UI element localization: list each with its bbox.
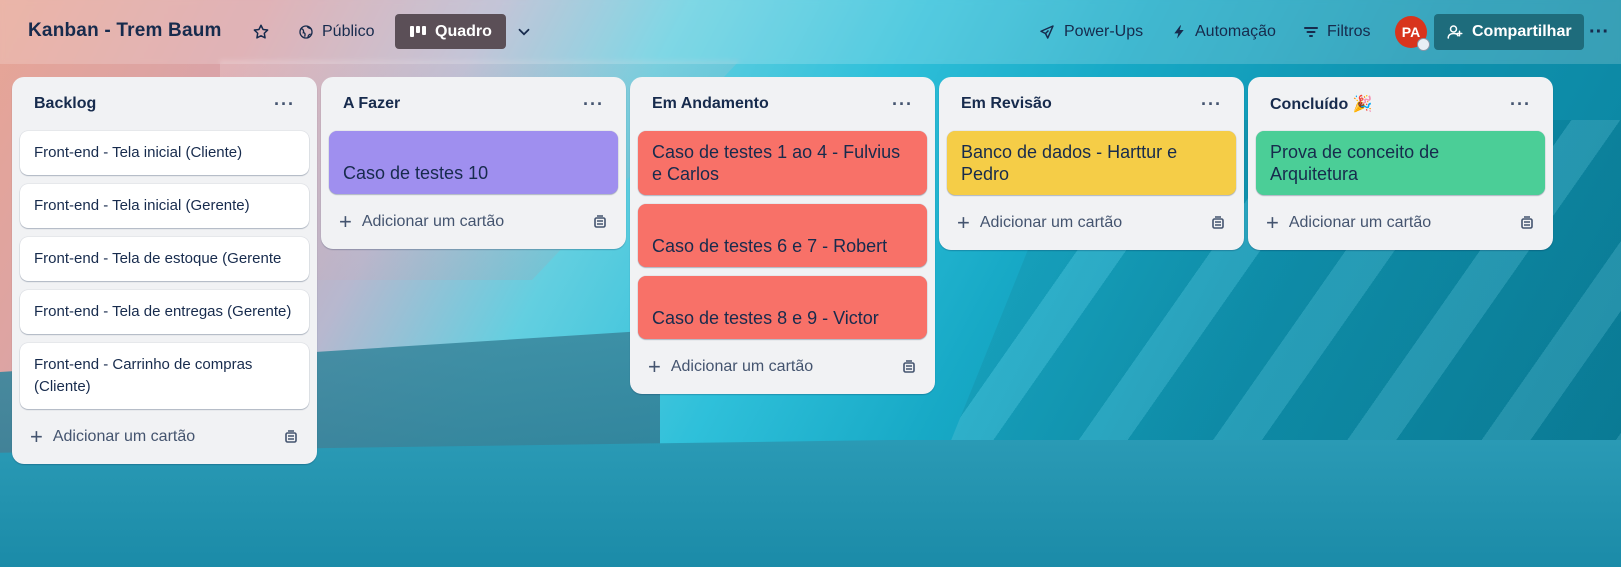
list-menu-icon[interactable]: ···	[583, 94, 604, 115]
more-icon: ···	[1589, 20, 1609, 43]
list-title[interactable]: Backlog	[34, 95, 96, 113]
filters-button[interactable]: Filtros	[1295, 15, 1379, 49]
board-title[interactable]: Kanban - Trem Baum	[28, 20, 222, 42]
add-card-label: Adicionar um cartão	[670, 358, 814, 375]
plus-icon: +	[957, 210, 970, 235]
share-button[interactable]: Compartilhar	[1434, 14, 1584, 50]
powerups-label: Power-Ups	[1064, 23, 1144, 40]
visibility-button[interactable]: Público	[290, 15, 382, 49]
add-card-button[interactable]: + Adicionar um cartão	[957, 212, 1122, 234]
card[interactable]: Caso de testes 10	[329, 131, 618, 194]
add-card-label: Adicionar um cartão	[979, 214, 1123, 231]
add-card-button[interactable]: + Adicionar um cartão	[339, 211, 504, 233]
card[interactable]: Caso de testes 1 ao 4 - Fulvius e Carlos	[638, 131, 927, 195]
list-concluido: Concluído 🎉 ··· Prova de conceito de Arq…	[1248, 77, 1553, 250]
card[interactable]: Front-end - Tela inicial (Cliente)	[20, 131, 309, 175]
rocket-icon	[1040, 25, 1054, 39]
add-card-row: + Adicionar um cartão	[1256, 204, 1545, 242]
add-card-label: Adicionar um cartão	[52, 428, 196, 445]
card-title: Caso de testes 6 e 7 - Robert	[652, 236, 888, 256]
lightning-icon	[1174, 25, 1184, 39]
list-menu-icon[interactable]: ···	[274, 94, 295, 115]
add-card-label: Adicionar um cartão	[361, 213, 505, 230]
template-icon[interactable]	[283, 429, 299, 445]
avatar-initials: PA	[1401, 24, 1421, 40]
card-title: Banco de dados - Harttur e Pedro	[961, 142, 1178, 184]
list-menu-icon[interactable]: ···	[1510, 94, 1531, 115]
plus-icon: +	[30, 424, 43, 449]
template-icon[interactable]	[592, 214, 608, 230]
add-card-row: + Adicionar um cartão	[20, 418, 309, 456]
add-card-row: + Adicionar um cartão	[947, 204, 1236, 242]
card[interactable]: Front-end - Tela de estoque (Gerente	[20, 237, 309, 281]
list-header: Backlog ···	[20, 77, 309, 131]
chevron-down-icon	[518, 28, 530, 36]
add-person-icon	[1447, 25, 1463, 39]
add-card-button[interactable]: + Adicionar um cartão	[648, 356, 813, 378]
card[interactable]: Front-end - Tela inicial (Gerente)	[20, 184, 309, 228]
share-label: Compartilhar	[1472, 23, 1572, 40]
plus-icon: +	[339, 209, 352, 234]
star-button[interactable]	[244, 15, 278, 49]
template-icon[interactable]	[1210, 215, 1226, 231]
list-title[interactable]: Concluído 🎉	[1270, 94, 1373, 114]
avatar[interactable]: PA	[1395, 16, 1430, 51]
card-title: Caso de testes 8 e 9 - Victor	[652, 308, 879, 328]
plus-icon: +	[1266, 210, 1279, 235]
automation-button[interactable]: Automação	[1163, 15, 1284, 49]
globe-icon	[299, 25, 313, 39]
card[interactable]: Caso de testes 6 e 7 - Robert	[638, 204, 927, 267]
list-backlog: Backlog ··· Front-end - Tela inicial (Cl…	[12, 77, 317, 464]
plus-icon: +	[648, 354, 661, 379]
list-menu-icon[interactable]: ···	[1201, 94, 1222, 115]
card[interactable]: Prova de conceito de Arquitetura	[1256, 131, 1545, 195]
list-a-fazer: A Fazer ··· Caso de testes 10 + Adiciona…	[321, 77, 626, 249]
card-title: Prova de conceito de Arquitetura	[1270, 142, 1440, 184]
board-header: Kanban - Trem Baum Público Quadro Power-…	[0, 0, 1621, 64]
filters-label: Filtros	[1327, 23, 1371, 40]
card[interactable]: Banco de dados - Harttur e Pedro	[947, 131, 1236, 195]
add-card-label: Adicionar um cartão	[1288, 214, 1432, 231]
more-options-button[interactable]: ···	[1584, 15, 1614, 49]
add-card-row: + Adicionar um cartão	[638, 348, 927, 386]
add-card-button[interactable]: + Adicionar um cartão	[30, 426, 195, 448]
template-icon[interactable]	[1519, 215, 1535, 231]
board-icon	[410, 25, 426, 37]
automation-label: Automação	[1195, 23, 1276, 40]
list-header: Em Andamento ···	[638, 77, 927, 131]
admin-badge-icon	[1417, 38, 1430, 51]
powerups-button[interactable]: Power-Ups	[1030, 15, 1151, 49]
list-em-andamento: Em Andamento ··· Caso de testes 1 ao 4 -…	[630, 77, 935, 394]
list-header: Em Revisão ···	[947, 77, 1236, 131]
view-label: Quadro	[435, 22, 492, 40]
card[interactable]: Front-end - Tela de entregas (Gerente)	[20, 290, 309, 334]
list-title[interactable]: Em Revisão	[961, 95, 1052, 113]
visibility-label: Público	[322, 23, 375, 40]
list-header: A Fazer ···	[329, 77, 618, 131]
card-title: Caso de testes 1 ao 4 - Fulvius e Carlos	[652, 142, 901, 184]
filter-icon	[1304, 27, 1318, 37]
list-em-revisao: Em Revisão ··· Banco de dados - Harttur …	[939, 77, 1244, 250]
card-title: Caso de testes 10	[343, 163, 489, 183]
add-card-row: + Adicionar um cartão	[329, 203, 618, 241]
list-header: Concluído 🎉 ···	[1256, 77, 1545, 131]
view-dropdown-button[interactable]	[507, 15, 541, 49]
card[interactable]: Caso de testes 8 e 9 - Victor	[638, 276, 927, 339]
card[interactable]: Front-end - Carrinho de compras (Cliente…	[20, 343, 309, 409]
list-title[interactable]: Em Andamento	[652, 95, 769, 113]
add-card-button[interactable]: + Adicionar um cartão	[1266, 212, 1431, 234]
list-title[interactable]: A Fazer	[343, 95, 400, 113]
star-icon	[253, 24, 269, 39]
template-icon[interactable]	[901, 359, 917, 375]
view-switcher-button[interactable]: Quadro	[395, 14, 506, 49]
list-menu-icon[interactable]: ···	[892, 94, 913, 115]
